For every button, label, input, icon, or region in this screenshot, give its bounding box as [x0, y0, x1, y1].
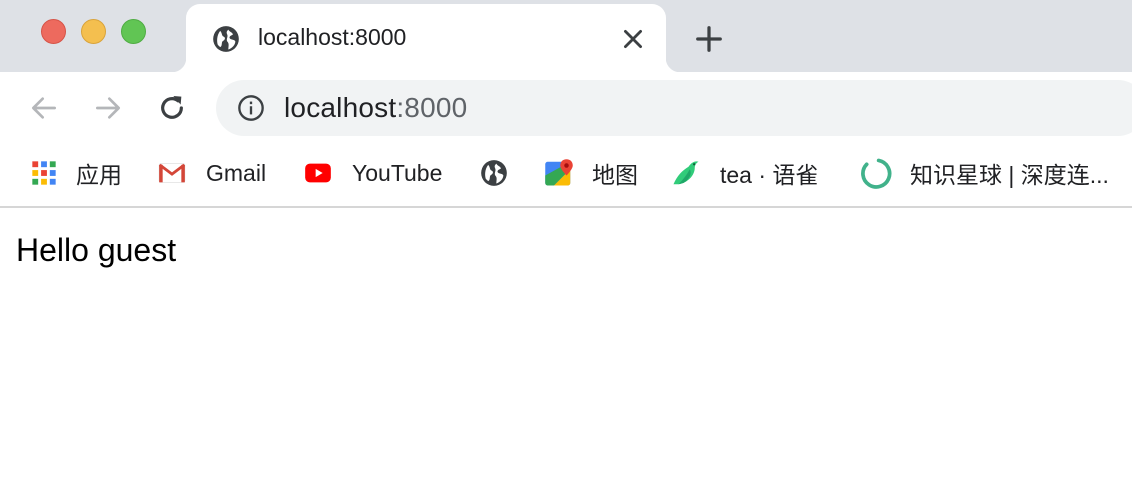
info-icon[interactable] — [237, 94, 265, 122]
bookmark-gmail[interactable]: Gmail — [156, 142, 266, 204]
greeting-text: Hello guest — [16, 232, 177, 268]
arrow-right-icon[interactable] — [92, 92, 124, 124]
bookmark-zsxq[interactable]: 知识星球 | 深度连... — [860, 142, 1109, 204]
plus-icon[interactable] — [694, 24, 724, 54]
bookmark-label: tea · 语雀 — [720, 162, 819, 188]
address-bar[interactable]: localhost:8000 — [216, 80, 1132, 136]
window-minimize-button[interactable] — [81, 19, 106, 44]
url-port: :8000 — [396, 92, 468, 123]
bookmark-label: 应用 — [76, 162, 122, 188]
close-icon[interactable] — [620, 26, 646, 52]
zsxq-ring-icon — [861, 158, 892, 189]
apps-grid-icon — [32, 161, 56, 185]
reload-icon[interactable] — [156, 92, 188, 124]
globe-icon — [481, 160, 507, 186]
tab-title: localhost:8000 — [258, 24, 407, 50]
maps-icon — [545, 159, 573, 186]
browser-toolbar: localhost:8000 — [0, 72, 1132, 142]
window-close-button[interactable] — [41, 19, 66, 44]
tab-localhost[interactable]: localhost:8000 — [172, 4, 680, 72]
page-content: Hello guest — [0, 210, 1132, 486]
bookmark-maps[interactable]: 地图 — [544, 142, 638, 204]
bookmark-youtube[interactable]: YouTube — [302, 142, 442, 204]
gmail-icon — [158, 163, 186, 183]
tab-strip: localhost:8000 — [0, 0, 1132, 72]
url-text[interactable]: localhost:8000 — [284, 92, 467, 124]
bookmark-label: 地图 — [592, 162, 638, 188]
bookmarks-bar: 应用 Gmail YouTube 地图 tea · 语雀 知识星球 | 深度连.… — [0, 142, 1132, 208]
bookmark-label: 知识星球 | 深度连... — [910, 162, 1109, 188]
globe-icon — [213, 26, 239, 52]
window-maximize-button[interactable] — [121, 19, 146, 44]
bookmark-globe[interactable] — [480, 142, 526, 204]
bookmark-label: Gmail — [206, 159, 267, 186]
arrow-left-icon[interactable] — [28, 92, 60, 124]
youtube-icon — [305, 163, 331, 183]
yuque-bird-icon — [673, 161, 699, 185]
bookmark-apps[interactable]: 应用 — [30, 142, 122, 204]
bookmark-label: YouTube — [352, 159, 443, 186]
bookmark-tea-yuque[interactable]: tea · 语雀 — [670, 142, 818, 204]
url-host: localhost — [284, 92, 397, 123]
